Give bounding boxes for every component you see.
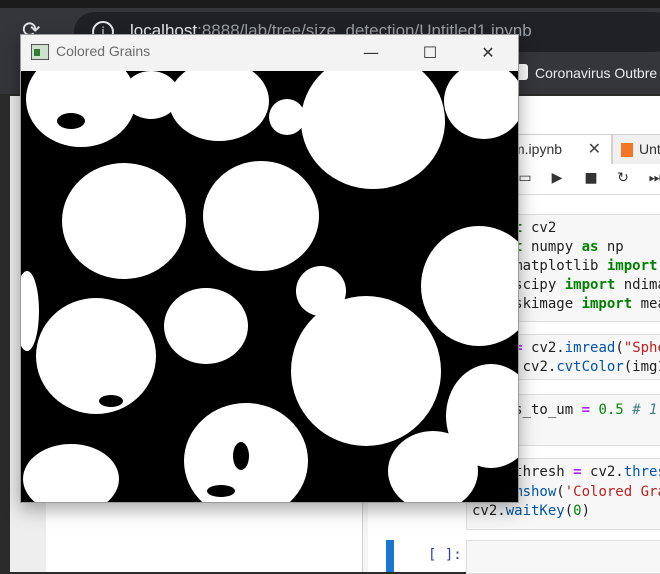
tab-label: Unt [639,141,660,157]
minimize-button[interactable]: — [351,39,391,67]
maximize-button[interactable]: ☐ [410,39,450,67]
grains-picture [21,71,518,502]
run-icon[interactable]: ▶ [548,170,566,186]
window-title: Colored Grains [56,43,151,59]
notebook-icon [621,143,633,157]
cell-prompt: [ ]: [428,547,462,563]
window-titlebar[interactable]: Colored Grains — ☐ ✕ [21,35,518,71]
bookmark-item[interactable]: Coronavirus Outbre [535,65,657,81]
browser-tab-strip [0,0,660,8]
empty-code-cell[interactable] [466,540,660,574]
opencv-window[interactable]: Colored Grains — ☐ ✕ [20,34,519,503]
tab-label: m.ipynb [513,141,563,157]
close-icon[interactable]: ✕ [588,139,601,159]
tab-untitled[interactable]: Unt [612,134,660,165]
stop-icon[interactable]: ■ [582,170,600,186]
active-cell-indicator [386,540,394,572]
app-icon [31,44,49,60]
thresholded-grains-image [21,71,518,502]
tab-notebook[interactable]: m.ipynb ✕ [506,134,612,165]
code-line: cv2.waitKey(0) [472,503,591,519]
fast-forward-icon[interactable]: ⏭ [646,170,660,186]
close-button[interactable]: ✕ [468,39,508,67]
restart-icon[interactable]: ↻ [614,170,632,186]
